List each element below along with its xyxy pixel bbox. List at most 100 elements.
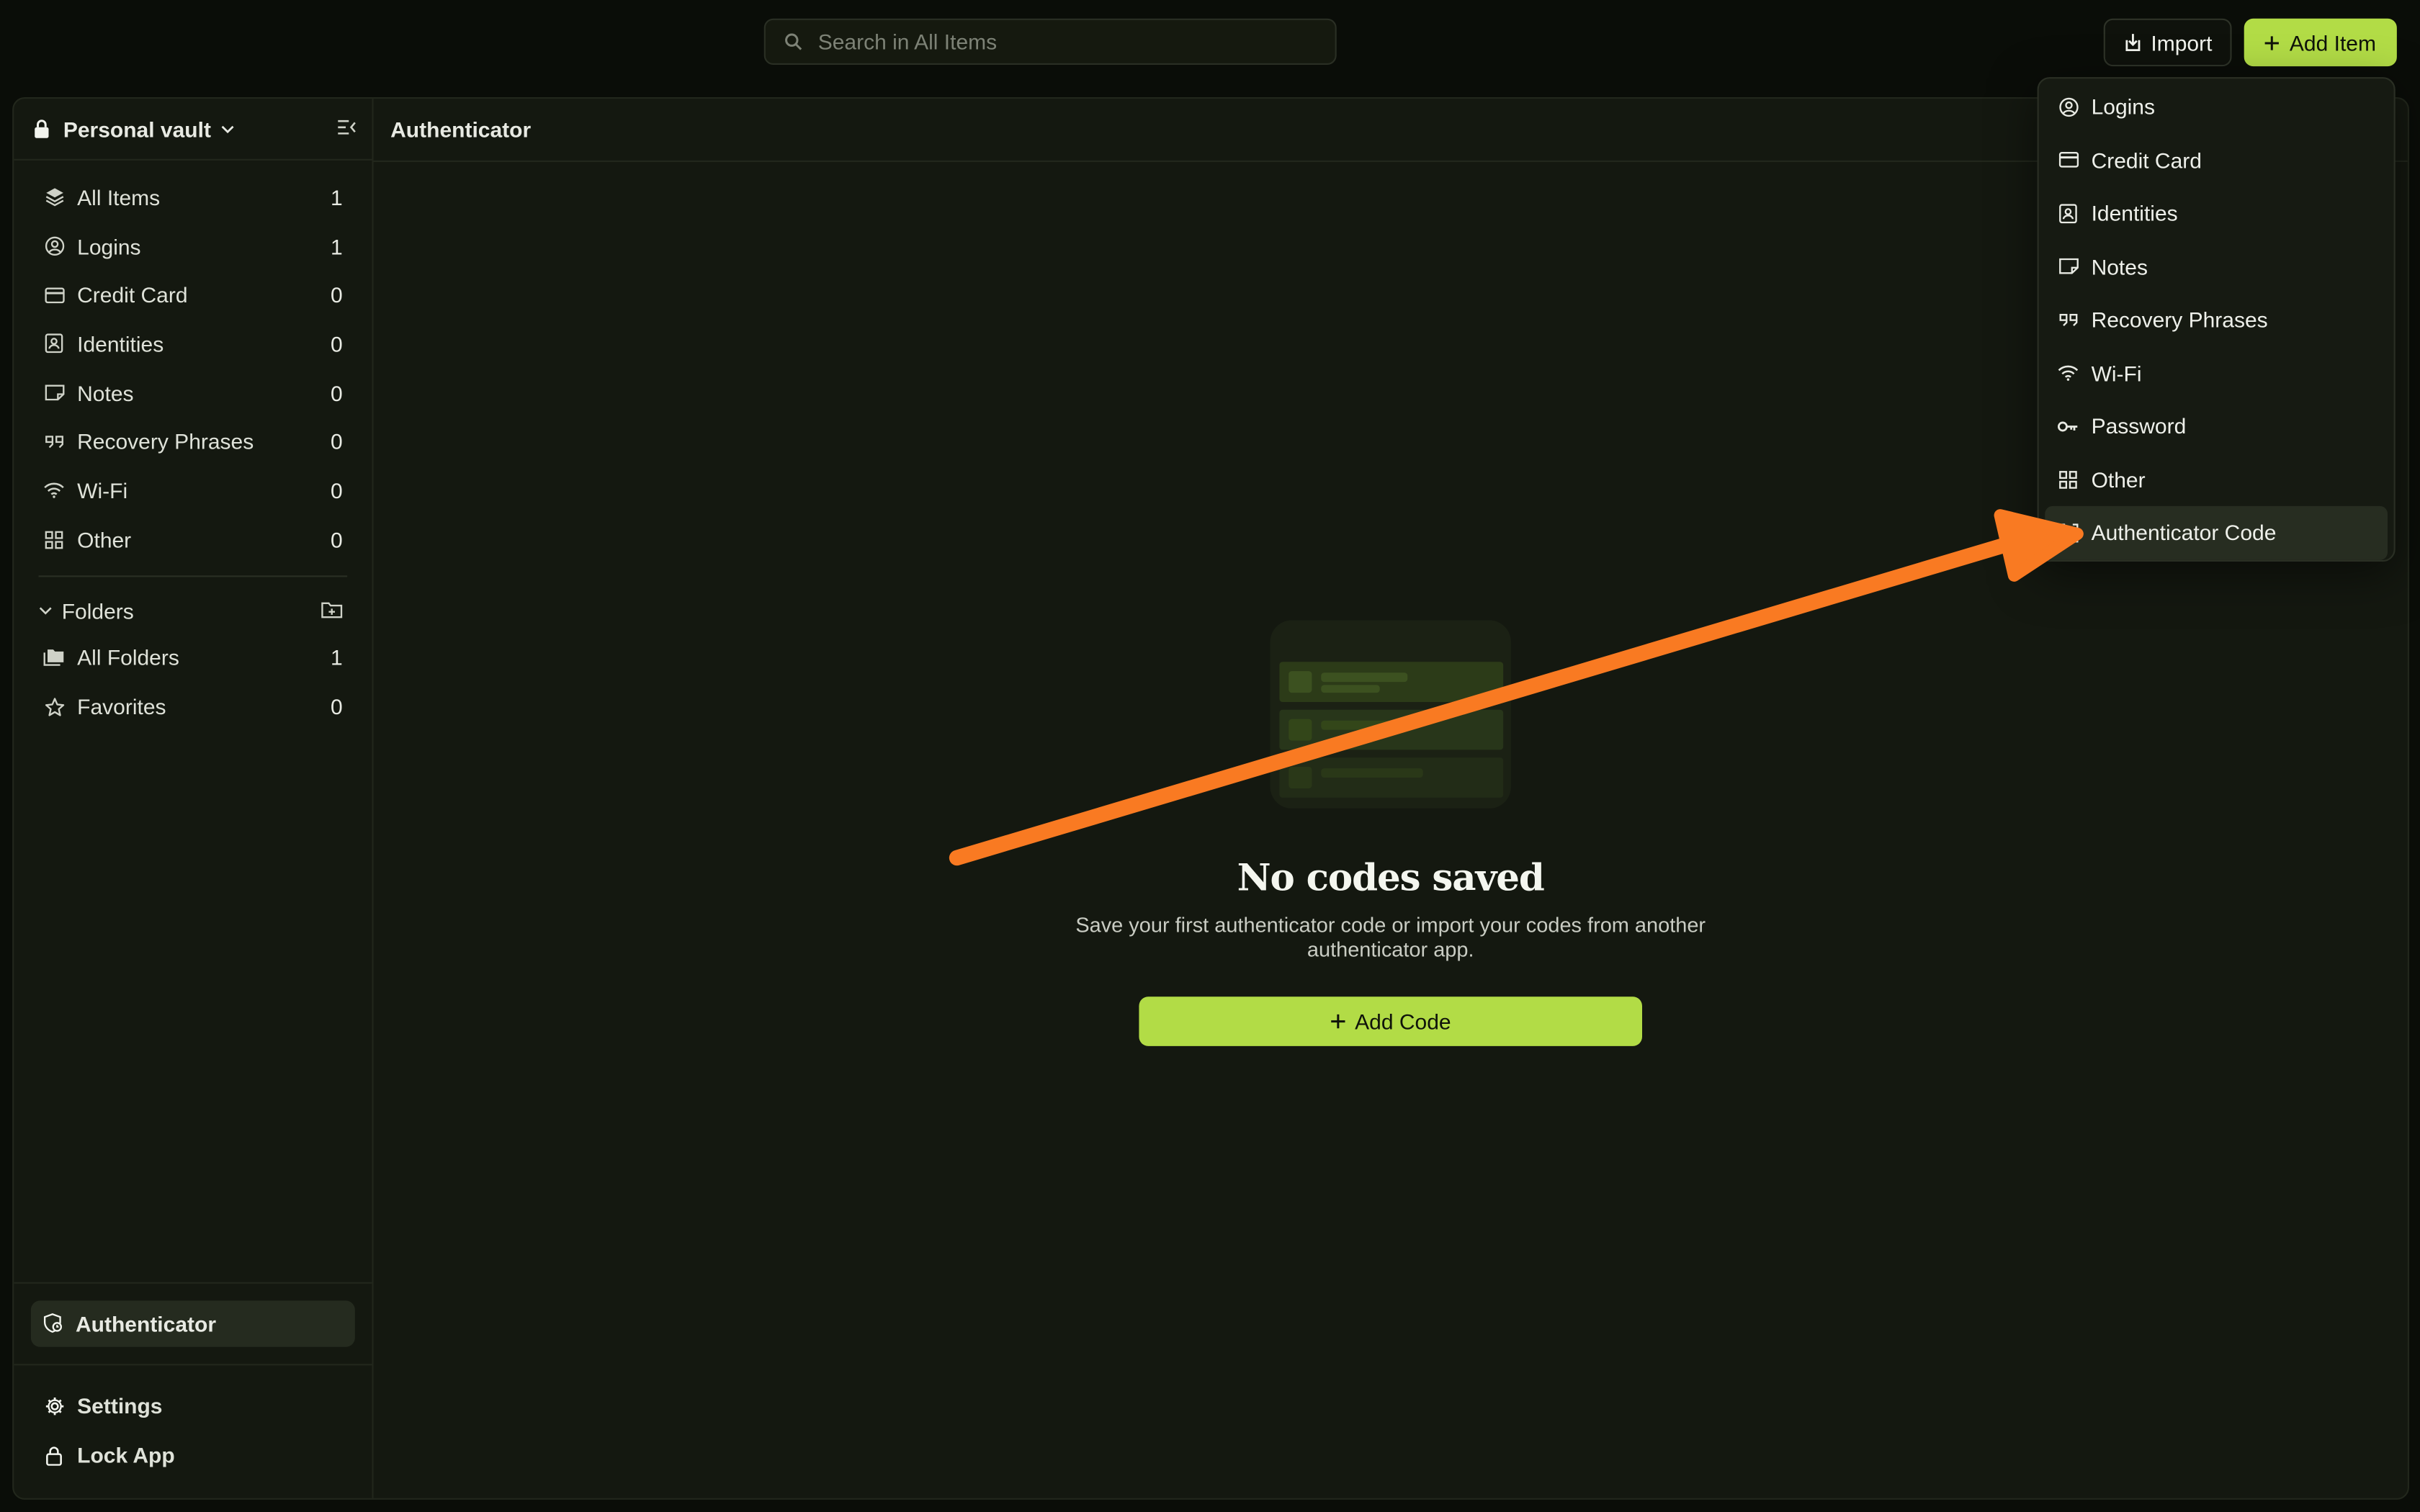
sidebar-item-label: All Items xyxy=(77,184,161,210)
category-nav: All Items 1 Logins 1 Credit Card 0 Ident… xyxy=(14,161,372,732)
bottom-links: Settings Lock App xyxy=(14,1365,372,1498)
settings-label: Settings xyxy=(77,1394,163,1419)
sidebar-item-label: Authenticator xyxy=(76,1310,216,1336)
sidebar-item-favorites[interactable]: Favorites 0 xyxy=(32,683,354,732)
add-code-button[interactable]: Add Code xyxy=(1139,996,1642,1046)
sidebar-item-label: Notes xyxy=(77,380,134,405)
layers-icon xyxy=(43,186,65,208)
lock-icon xyxy=(35,120,49,138)
sidebar-item-label: Wi-Fi xyxy=(77,478,128,503)
sidebar-item-label: All Folders xyxy=(77,645,179,670)
add-item-menu: Logins Credit Card Identities Notes Reco… xyxy=(2037,77,2396,562)
authenticator-section: Authenticator xyxy=(14,1283,372,1363)
credit-card-icon xyxy=(2057,149,2079,171)
add-item-button[interactable]: Add Item xyxy=(2244,18,2397,67)
sidebar-item-count: 1 xyxy=(331,645,343,670)
sidebar-item-count: 0 xyxy=(331,282,343,307)
settings-link[interactable]: Settings xyxy=(32,1382,354,1431)
vault-name: Personal vault xyxy=(63,116,211,142)
menu-item-other[interactable]: Other xyxy=(2045,453,2388,506)
empty-state-subtitle: Save your first authenticator code or im… xyxy=(1075,913,1706,961)
search-placeholder: Search in All Items xyxy=(817,29,998,54)
sidebar-item-authenticator[interactable]: Authenticator xyxy=(30,1300,355,1346)
menu-item-wi-fi[interactable]: Wi-Fi xyxy=(2045,346,2388,400)
credit-card-icon xyxy=(43,284,65,306)
sidebar-item-all-items[interactable]: All Items 1 xyxy=(32,173,354,222)
menu-item-label: Wi-Fi xyxy=(2091,360,2142,386)
sidebar-item-count: 0 xyxy=(331,527,343,552)
sidebar-item-all-folders[interactable]: All Folders 1 xyxy=(32,634,354,683)
wifi-icon xyxy=(43,480,65,501)
sidebar-item-count: 0 xyxy=(331,380,343,405)
folders-toggle[interactable]: Folders xyxy=(32,587,354,633)
menu-item-label: Other xyxy=(2091,467,2146,492)
import-button[interactable]: Import xyxy=(2103,18,2232,67)
search-icon xyxy=(785,33,802,50)
search-input[interactable]: Search in All Items xyxy=(763,18,1337,65)
lock-app-label: Lock App xyxy=(77,1442,175,1468)
grid-icon xyxy=(43,528,65,550)
vault-selector[interactable]: Personal vault xyxy=(14,99,372,161)
sidebar-item-label: Recovery Phrases xyxy=(77,429,254,454)
app-root: Search in All Items Import Add Item Pers… xyxy=(0,0,2420,1512)
collapse-sidebar-icon[interactable] xyxy=(336,119,357,136)
note-icon xyxy=(43,382,65,404)
sidebar: Personal vault All Items 1 Logins 1 Cred… xyxy=(14,99,374,1498)
wifi-icon xyxy=(2057,362,2079,384)
menu-item-label: Recovery Phrases xyxy=(2091,307,2268,333)
sidebar-item-notes[interactable]: Notes 0 xyxy=(32,369,354,418)
lock-app-link[interactable]: Lock App xyxy=(32,1431,354,1480)
plus-icon xyxy=(2265,35,2280,50)
grid-icon xyxy=(2057,469,2079,490)
sidebar-item-identities[interactable]: Identities 0 xyxy=(32,320,354,369)
empty-list-illustration xyxy=(1270,620,1511,809)
scan-icon xyxy=(2057,522,2079,544)
empty-state-title: No codes saved xyxy=(1237,855,1545,900)
import-label: Import xyxy=(2151,30,2213,55)
note-icon xyxy=(2057,256,2079,277)
sidebar-item-credit-card[interactable]: Credit Card 0 xyxy=(32,271,354,320)
add-code-label: Add Code xyxy=(1355,1009,1451,1034)
sidebar-item-label: Logins xyxy=(77,233,141,258)
sidebar-item-count: 0 xyxy=(331,694,343,719)
menu-item-recovery-phrases[interactable]: Recovery Phrases xyxy=(2045,293,2388,346)
add-item-label: Add Item xyxy=(2289,30,2376,55)
menu-item-password[interactable]: Password xyxy=(2045,400,2388,453)
shield-clock-icon xyxy=(43,1313,63,1333)
empty-state: No codes saved Save your first authentic… xyxy=(374,620,2408,1046)
lock-icon xyxy=(43,1444,65,1466)
sidebar-item-other[interactable]: Other 0 xyxy=(32,515,354,564)
quote-icon xyxy=(2057,309,2079,330)
star-icon xyxy=(43,696,65,717)
menu-item-label: Logins xyxy=(2091,94,2155,120)
menu-item-authenticator-code[interactable]: Authenticator Code xyxy=(2045,505,2388,559)
sidebar-footer: Authenticator Settings Lock App xyxy=(14,1281,372,1498)
id-badge-icon xyxy=(43,333,65,355)
menu-item-label: Identities xyxy=(2091,201,2178,226)
sidebar-item-label: Identities xyxy=(77,331,164,356)
plus-icon xyxy=(1330,1014,1345,1029)
quote-icon xyxy=(43,431,65,452)
folders-label: Folders xyxy=(61,598,134,623)
sidebar-item-label: Other xyxy=(77,527,132,552)
sidebar-item-count: 0 xyxy=(331,429,343,454)
sidebar-item-label: Credit Card xyxy=(77,282,188,307)
sidebar-item-wi-fi[interactable]: Wi-Fi 0 xyxy=(32,466,354,515)
import-icon xyxy=(2125,34,2140,52)
sidebar-item-count: 1 xyxy=(331,184,343,210)
user-circle-icon xyxy=(43,235,65,257)
menu-item-logins[interactable]: Logins xyxy=(2045,80,2388,133)
menu-item-label: Authenticator Code xyxy=(2091,520,2277,545)
menu-item-notes[interactable]: Notes xyxy=(2045,240,2388,293)
sidebar-item-logins[interactable]: Logins 1 xyxy=(32,222,354,271)
chevron-down-icon xyxy=(39,606,52,614)
new-folder-icon[interactable] xyxy=(321,602,343,619)
sidebar-item-count: 0 xyxy=(331,331,343,356)
divider xyxy=(38,575,348,577)
menu-item-credit-card[interactable]: Credit Card xyxy=(2045,133,2388,186)
sidebar-item-recovery-phrases[interactable]: Recovery Phrases 0 xyxy=(32,418,354,467)
sidebar-item-count: 0 xyxy=(331,478,343,503)
menu-item-identities[interactable]: Identities xyxy=(2045,186,2388,240)
user-circle-icon xyxy=(2057,96,2079,117)
folders-icon xyxy=(43,647,65,669)
